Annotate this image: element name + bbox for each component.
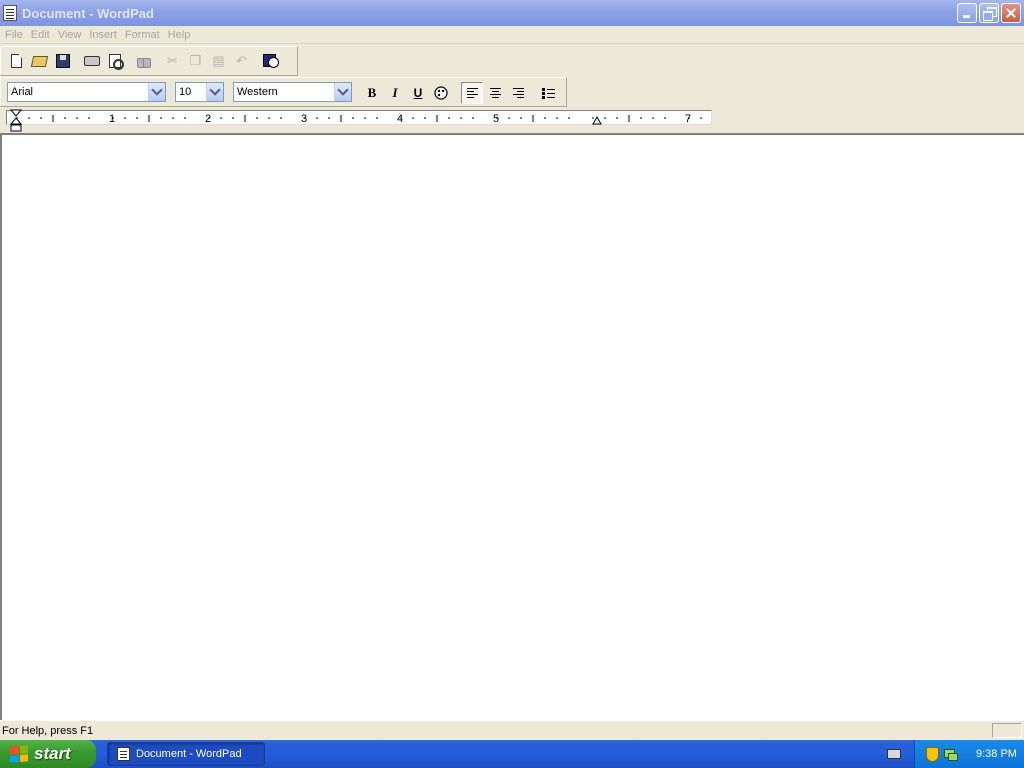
font-script-combo[interactable]: Western xyxy=(233,82,352,102)
bold-button[interactable]: B xyxy=(361,82,383,104)
ruler-label: 7 xyxy=(685,113,691,125)
menu-file[interactable]: File xyxy=(0,29,27,41)
italic-button[interactable]: I xyxy=(384,82,406,104)
paste-icon: ▤ xyxy=(212,53,225,68)
paste-button[interactable]: ▤ xyxy=(207,50,230,72)
menu-edit[interactable]: Edit xyxy=(27,29,54,41)
ruler[interactable]: 1 2 3 4 5 7 xyxy=(6,110,712,125)
font-name-combo[interactable]: Arial xyxy=(7,82,166,102)
menu-bar: File Edit View Insert Format Help xyxy=(0,26,1024,44)
cut-button[interactable]: ✂ xyxy=(161,50,184,72)
bold-label: B xyxy=(367,85,377,100)
chevron-down-icon[interactable] xyxy=(206,83,223,101)
taskbar: start Document - WordPad 9:38 PM xyxy=(0,740,1024,768)
minimize-button[interactable] xyxy=(957,3,977,23)
window-title: Document - WordPad xyxy=(22,5,154,21)
underline-button[interactable]: U xyxy=(407,82,429,104)
chevron-down-icon[interactable] xyxy=(334,83,351,101)
palette-icon xyxy=(434,86,448,100)
chevron-down-icon[interactable] xyxy=(148,83,165,101)
menu-insert[interactable]: Insert xyxy=(85,29,121,41)
network-icon[interactable] xyxy=(944,747,958,761)
status-message: For Help, press F1 xyxy=(2,724,94,737)
copy-icon: ❐ xyxy=(189,53,202,68)
wordpad-icon xyxy=(117,747,130,761)
open-icon xyxy=(30,55,49,67)
format-bar: Arial 10 Western B I U xyxy=(0,77,567,107)
underline-label: U xyxy=(413,86,423,100)
print-icon xyxy=(83,56,100,66)
menu-format[interactable]: Format xyxy=(121,29,164,41)
right-indent-marker[interactable] xyxy=(592,115,602,125)
ruler-ticks: 1 2 3 4 5 7 xyxy=(16,113,702,125)
bullets-icon xyxy=(541,87,555,99)
find-button[interactable] xyxy=(132,50,155,72)
taskbar-item-label: Document - WordPad xyxy=(136,748,242,760)
restore-button[interactable] xyxy=(979,3,999,23)
clock[interactable]: 9:38 PM xyxy=(976,748,1017,760)
wordpad-app-icon[interactable] xyxy=(3,5,17,21)
menu-help[interactable]: Help xyxy=(164,29,195,41)
left-indent-marker[interactable] xyxy=(10,109,22,133)
font-script-value: Western xyxy=(237,86,278,98)
print-preview-icon xyxy=(108,54,124,70)
status-panel xyxy=(992,723,1022,738)
new-icon xyxy=(11,54,22,68)
ruler-label: 2 xyxy=(205,113,211,125)
ruler-label: 4 xyxy=(397,113,403,125)
font-size-combo[interactable]: 10 xyxy=(175,82,224,102)
ruler-label: 5 xyxy=(493,113,499,125)
print-preview-button[interactable] xyxy=(103,50,126,72)
ruler-label: 3 xyxy=(301,113,307,125)
italic-label: I xyxy=(392,85,398,100)
close-button[interactable] xyxy=(1001,3,1021,23)
copy-button[interactable]: ❐ xyxy=(184,50,207,72)
print-button[interactable] xyxy=(80,50,103,72)
security-shield-icon[interactable] xyxy=(926,746,939,762)
ruler-area: 1 2 3 4 5 7 xyxy=(0,107,1024,133)
caption-buttons xyxy=(957,3,1021,23)
save-icon xyxy=(55,54,70,68)
find-icon xyxy=(136,55,151,68)
font-name-value: Arial xyxy=(11,86,34,98)
open-button[interactable] xyxy=(28,50,51,72)
new-button[interactable] xyxy=(5,50,28,72)
undo-button[interactable]: ↶ xyxy=(230,50,253,72)
align-center-icon xyxy=(489,88,501,98)
date-time-button[interactable] xyxy=(259,50,282,72)
start-button[interactable]: start xyxy=(0,740,96,768)
bullets-button[interactable] xyxy=(537,82,559,104)
windows-logo-icon xyxy=(10,745,28,763)
status-bar: For Help, press F1 xyxy=(0,720,1024,740)
save-button[interactable] xyxy=(51,50,74,72)
align-left-button[interactable] xyxy=(461,82,483,104)
ruler-label: 1 xyxy=(109,113,115,125)
align-left-icon xyxy=(466,88,478,98)
undo-icon: ↶ xyxy=(236,53,247,68)
align-right-button[interactable] xyxy=(507,82,529,104)
start-label: start xyxy=(34,744,71,763)
keyboard-icon[interactable] xyxy=(887,749,901,759)
date-time-icon xyxy=(262,54,279,68)
cut-icon: ✂ xyxy=(167,53,178,68)
align-right-icon xyxy=(512,88,524,98)
color-button[interactable] xyxy=(430,82,452,104)
menu-view[interactable]: View xyxy=(54,29,86,41)
title-bar[interactable]: Document - WordPad xyxy=(0,0,1024,26)
taskbar-item-wordpad[interactable]: Document - WordPad xyxy=(107,742,265,766)
align-center-button[interactable] xyxy=(484,82,506,104)
standard-toolbar: ✂ ❐ ▤ ↶ xyxy=(0,46,298,76)
font-size-value: 10 xyxy=(179,86,192,98)
system-tray: 9:38 PM xyxy=(914,740,1024,768)
document-editor[interactable] xyxy=(0,133,1024,720)
